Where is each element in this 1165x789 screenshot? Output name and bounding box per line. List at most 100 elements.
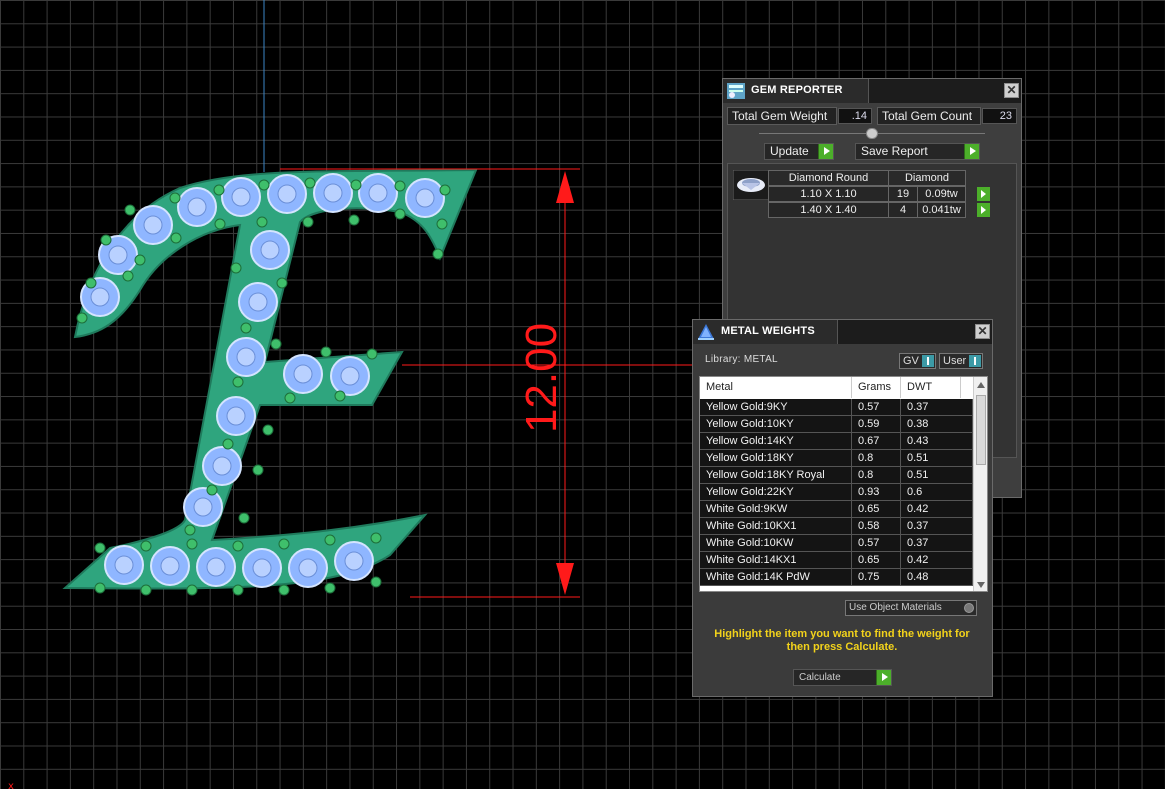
prong-bead (394, 180, 406, 192)
prong-bead (238, 512, 250, 524)
metal-name-cell: White Gold:9KW (700, 501, 852, 518)
gem-material-header: Diamond (888, 170, 966, 186)
prong-bead (170, 232, 182, 244)
metal-dwt-cell: 0.42 (901, 552, 973, 569)
user-toggle[interactable]: User (939, 353, 983, 369)
gem-table-facet (248, 292, 268, 312)
prong-bead (348, 214, 360, 226)
metal-grams-cell: 0.67 (852, 433, 901, 450)
prong-bead (134, 254, 146, 266)
gem-row-select-button[interactable] (977, 187, 990, 201)
metal-table-row[interactable]: White Gold:10KX1 0.58 0.37 (700, 518, 973, 535)
metal-dwt-cell: 0.51 (901, 467, 973, 484)
metal-name-cell: Yellow Gold:10KY (700, 416, 852, 433)
metal-weights-close-button[interactable]: ✕ (975, 324, 990, 339)
prong-bead (169, 192, 181, 204)
metal-dwt-cell: 0.37 (901, 518, 973, 535)
metal-table-row[interactable]: Yellow Gold:9KY 0.57 0.37 (700, 399, 973, 416)
metal-weights-panel: METAL WEIGHTS ✕ Library: METAL GV User M… (692, 319, 993, 697)
metal-table-row[interactable]: Yellow Gold:22KY 0.93 0.6 (700, 484, 973, 501)
col-dwt-header[interactable]: DWT (901, 377, 961, 398)
gem-reporter-titlebar[interactable]: GEM REPORTER ✕ (723, 79, 1021, 103)
prong-bead (334, 390, 346, 402)
scroll-up-icon[interactable] (977, 382, 985, 388)
gv-toggle[interactable]: GV (899, 353, 936, 369)
metal-name-cell: White Gold:10KX1 (700, 518, 852, 535)
gem-row-size[interactable]: 1.10 X 1.10 (768, 186, 889, 202)
prong-bead (76, 312, 88, 324)
gem-table-facet (340, 366, 360, 386)
gv-label: GV (903, 355, 919, 367)
total-gem-count-label: Total Gem Count (877, 107, 981, 125)
gem-row-weight[interactable]: 0.09tw (917, 186, 966, 202)
prong-bead (232, 584, 244, 596)
metal-table-row[interactable]: Yellow Gold:18KY Royal 0.8 0.51 (700, 467, 973, 484)
gem-table-facet (344, 551, 364, 571)
instruction-text: Highlight the item you want to find the … (714, 628, 970, 653)
prong-bead (206, 484, 218, 496)
save-report-button[interactable]: Save Report (855, 143, 980, 160)
metal-grams-cell: 0.8 (852, 450, 901, 467)
prong-bead (432, 248, 444, 260)
metal-table-row[interactable]: Yellow Gold:14KY 0.67 0.43 (700, 433, 973, 450)
metal-grams-cell: 0.93 (852, 484, 901, 501)
metal-name-cell: White Gold:14KX1 (700, 552, 852, 569)
use-object-materials-checkbox[interactable]: Use Object Materials (845, 600, 977, 616)
metal-table-row[interactable]: Yellow Gold:10KY 0.59 0.38 (700, 416, 973, 433)
prong-bead (276, 277, 288, 289)
metal-grams-cell: 0.8 (852, 467, 901, 484)
metal-grams-cell: 0.57 (852, 399, 901, 416)
splitter-handle[interactable] (866, 128, 878, 139)
metal-dwt-cell: 0.38 (901, 416, 973, 433)
prong-bead (240, 322, 252, 334)
metal-table-row[interactable]: Yellow Gold:18KY 0.8 0.51 (700, 450, 973, 467)
gem-row-count[interactable]: 19 (888, 186, 918, 202)
metal-table-row[interactable]: White Gold:14K PdW 0.75 0.48 (700, 569, 973, 586)
metal-table-scrollbar[interactable] (973, 377, 987, 591)
gem-table-facet (368, 183, 388, 203)
calculate-button[interactable]: Calculate (793, 669, 892, 686)
metal-name-cell: Yellow Gold:9KY (700, 399, 852, 416)
prong-bead (124, 204, 136, 216)
scroll-thumb[interactable] (976, 395, 986, 465)
update-button[interactable]: Update (764, 143, 834, 160)
metal-table-row[interactable]: White Gold:14KX1 0.65 0.42 (700, 552, 973, 569)
col-metal-header[interactable]: Metal (700, 377, 852, 398)
metal-dwt-cell: 0.42 (901, 501, 973, 518)
prong-bead (232, 540, 244, 552)
metal-name-cell: Yellow Gold:18KY Royal (700, 467, 852, 484)
prong-bead (394, 208, 406, 220)
total-gem-count-value: 23 (982, 108, 1017, 124)
gem-row-size[interactable]: 1.40 X 1.40 (768, 202, 889, 218)
gem-table-facet (236, 347, 256, 367)
prong-bead (85, 277, 97, 289)
gem-row-weight[interactable]: 0.041tw (917, 202, 966, 218)
update-label: Update (770, 144, 809, 158)
dimension-arrow-bottom (556, 563, 574, 595)
gem-row-count[interactable]: 4 (888, 202, 918, 218)
gem-report-icon (727, 83, 745, 99)
gem-table-facet (260, 240, 280, 260)
gem-reporter-close-button[interactable]: ✕ (1004, 83, 1019, 98)
metal-table-row[interactable]: White Gold:9KW 0.65 0.42 (700, 501, 973, 518)
metal-weights-titlebar[interactable]: METAL WEIGHTS ✕ (693, 320, 992, 344)
prong-bead (304, 177, 316, 189)
scroll-down-icon[interactable] (977, 582, 985, 588)
prong-bead (140, 540, 152, 552)
dimension-value: 12.00 (517, 323, 566, 433)
gem-table-facet (160, 556, 180, 576)
col-grams-header[interactable]: Grams (852, 377, 901, 398)
prong-bead (100, 234, 112, 246)
library-label: Library: METAL (705, 354, 778, 365)
prong-bead (439, 184, 451, 196)
prong-bead (122, 270, 134, 282)
metal-table[interactable]: Metal Grams DWT Yellow Gold:9KY 0.57 0.37 Y… (699, 376, 988, 592)
gem-row-select-button[interactable] (977, 203, 990, 217)
gem-table-facet (415, 188, 435, 208)
prong-bead (366, 348, 378, 360)
prong-bead (324, 534, 336, 546)
save-report-label: Save Report (861, 144, 928, 158)
prong-bead (140, 584, 152, 596)
metal-table-row[interactable]: White Gold:10KW 0.57 0.37 (700, 535, 973, 552)
metal-dwt-cell: 0.48 (901, 569, 973, 586)
